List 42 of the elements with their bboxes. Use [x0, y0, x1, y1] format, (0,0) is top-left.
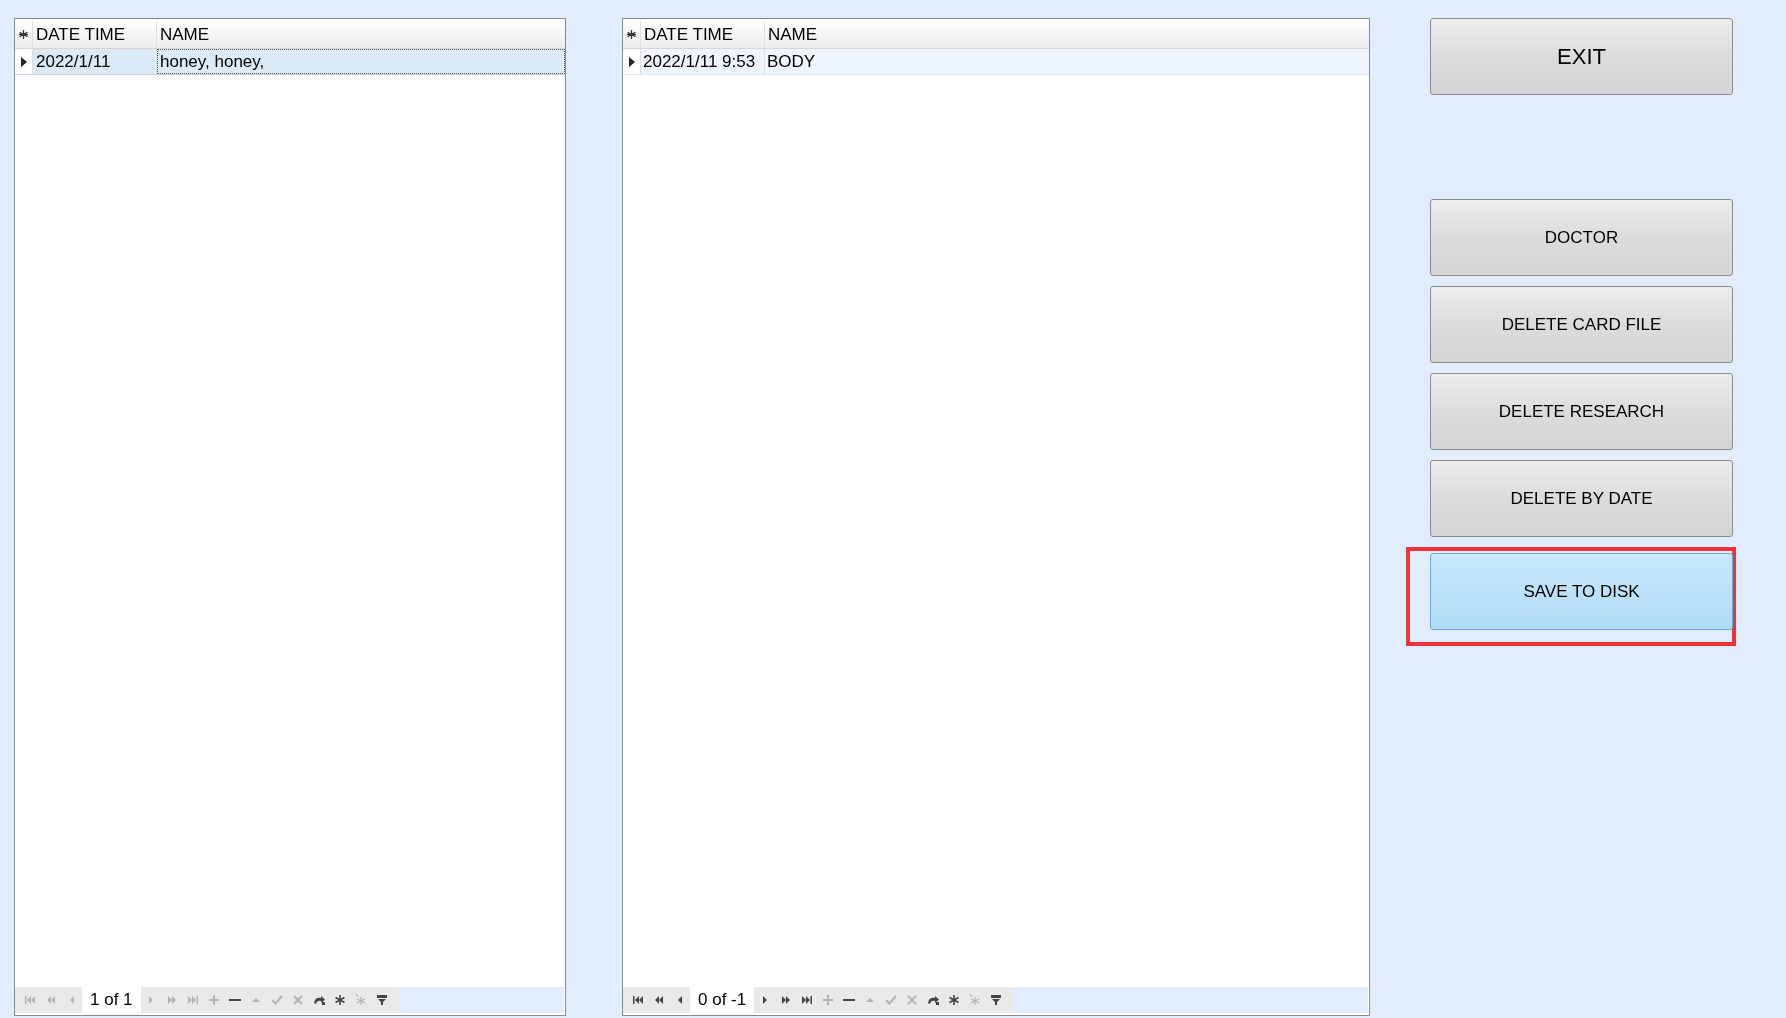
star-icon — [947, 994, 960, 1006]
next-page-icon — [779, 994, 792, 1006]
table-cell: 2022/1/11 9:53 — [641, 49, 765, 74]
refresh-icon — [926, 994, 939, 1006]
record-position: 1 of 1 — [82, 987, 141, 1013]
star-icon — [334, 994, 347, 1006]
clear-icon — [355, 994, 368, 1006]
cancel-icon — [905, 994, 918, 1006]
column-header[interactable]: NAME — [157, 21, 565, 48]
action-button[interactable]: EXIT — [1430, 18, 1733, 95]
action-button[interactable]: DELETE BY DATE — [1430, 460, 1733, 537]
first-icon — [631, 994, 644, 1006]
column-header[interactable]: DATE TIME — [33, 21, 157, 48]
column-header[interactable]: DATE TIME — [641, 21, 765, 48]
clear-icon — [968, 994, 981, 1006]
add-icon — [208, 994, 221, 1006]
table-cell: honey, honey, — [157, 49, 565, 74]
asterisk-icon — [627, 30, 636, 39]
asterisk-icon — [19, 30, 28, 39]
refresh-icon — [313, 994, 326, 1006]
column-header[interactable]: NAME — [765, 21, 1369, 48]
cancel-icon — [292, 994, 305, 1006]
table-cell-text: BODY — [766, 50, 817, 73]
row-pointer-icon — [20, 56, 27, 67]
first-icon — [23, 994, 36, 1006]
last-icon — [187, 994, 200, 1006]
filter-icon — [989, 994, 1002, 1006]
grid-row[interactable]: 2022/1/11 9:53 BODY — [623, 49, 1369, 75]
last-icon — [800, 994, 813, 1006]
row-pointer-icon — [628, 56, 635, 67]
action-button[interactable]: DELETE CARD FILE — [1430, 286, 1733, 363]
grid-row[interactable]: 2022/1/11 honey, honey, — [15, 49, 565, 75]
apply-icon — [884, 994, 897, 1006]
add-icon — [821, 994, 834, 1006]
next-page-icon — [166, 994, 179, 1006]
apply-icon — [271, 994, 284, 1006]
action-button[interactable]: SAVE TO DISK — [1430, 553, 1733, 630]
action-button[interactable]: DOCTOR — [1430, 199, 1733, 276]
filter-icon — [376, 994, 389, 1006]
action-button[interactable]: DELETE RESEARCH — [1430, 373, 1733, 450]
record-position: 0 of -1 — [690, 987, 755, 1013]
table-cell: 2022/1/11 — [33, 49, 157, 74]
